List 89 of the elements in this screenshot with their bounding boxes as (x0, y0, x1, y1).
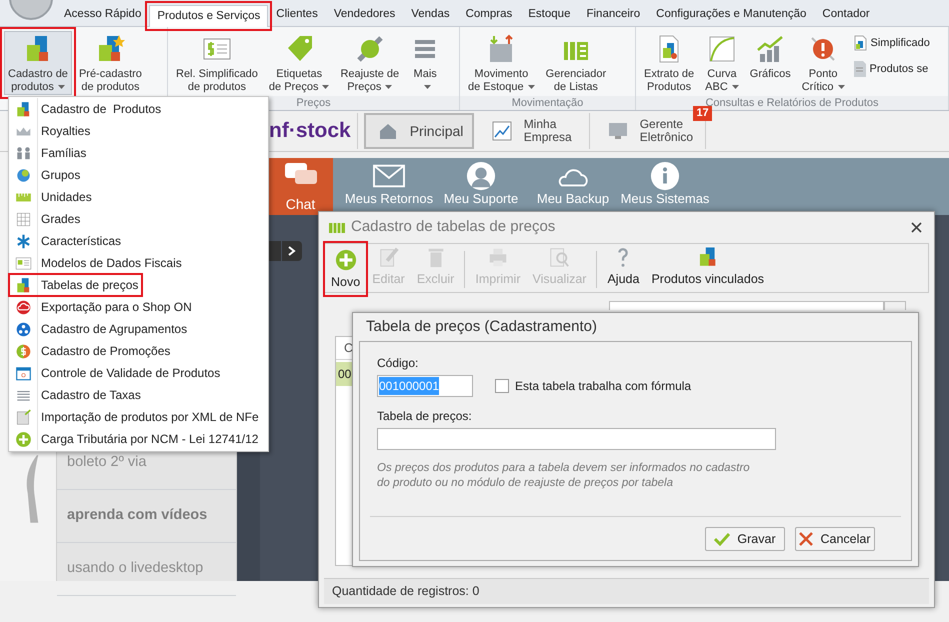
carousel-next-button[interactable] (282, 241, 302, 261)
plus-circle-icon (334, 249, 357, 272)
card-icon (14, 254, 32, 272)
group-label: Movimentação (460, 96, 635, 110)
close-icon (910, 222, 922, 233)
ribbon-button[interactable]: Rel. Simplificado de produtos (172, 31, 262, 95)
ribbon-small-button[interactable]: Produtos se (854, 60, 930, 77)
ribbon-tab[interactable]: Estoque (520, 4, 578, 26)
ribbon-button[interactable]: Mais (406, 31, 444, 95)
ribbon-button[interactable]: Gerenciador de Listas (542, 31, 610, 95)
menu-item[interactable]: Cadastro de Promoções (9, 340, 268, 362)
home-tab[interactable]: Minha Empresa (480, 113, 590, 149)
person-icon (464, 161, 498, 191)
menu-item[interactable]: Unidades (9, 186, 268, 208)
dialog-button[interactable]: Cancelar (795, 527, 875, 551)
ribbon-tab[interactable]: Acesso Rápido (56, 4, 150, 26)
asterisk-icon (14, 232, 32, 250)
plus-circle-icon (14, 430, 32, 448)
column-header[interactable]: C (344, 338, 354, 358)
ribbon-small-button[interactable]: Simplificado (854, 35, 930, 52)
ribbon-tab[interactable]: Compras (458, 4, 520, 26)
ribbon-button[interactable]: Reajuste de Preços (336, 31, 404, 95)
menu-item[interactable]: Características (9, 230, 268, 252)
people-icon (14, 144, 32, 162)
field-label: Tabela de preços: (377, 409, 473, 424)
note-text: Os preços dos produtos para a tabela devem ser informados no cadastro do produto ou no módulo de reajuste de preços por tabela (377, 461, 751, 491)
cloud-icon (14, 298, 32, 316)
menu-item[interactable]: Exportação para o Shop ON (9, 296, 268, 318)
price-table-field[interactable] (377, 428, 776, 450)
menu-item[interactable]: Famílias (9, 142, 268, 164)
toolbar-button[interactable]: Novo (325, 243, 366, 295)
bar-chart-icon (755, 34, 786, 64)
ribbon-button[interactable]: Etiquetas de Preços (264, 31, 334, 95)
curve-chart-icon (706, 34, 737, 64)
monitor-icon (608, 121, 628, 141)
menu-item[interactable]: Carga Tributária por NCM - Lei 12741/12 (9, 428, 268, 450)
search-button[interactable] (884, 301, 906, 310)
ribbon-button[interactable]: Curva ABC (701, 31, 743, 95)
pencil-document-icon (378, 246, 400, 268)
checkbox-label: Esta tabela trabalha com fórmula (515, 378, 692, 395)
checkbox[interactable] (495, 379, 509, 393)
notification-badge: 17 (693, 106, 712, 121)
menu-item[interactable]: Royalties (9, 120, 268, 142)
menu-item[interactable]: Tabelas de preços (9, 274, 142, 296)
ribbon-button[interactable]: Extrato de Produtos (640, 31, 698, 95)
grid-icon (14, 210, 32, 228)
info-icon (648, 161, 682, 191)
home-icon (378, 121, 398, 141)
menu-item[interactable]: Grades (9, 208, 268, 230)
toolbar-button[interactable]: Ajuda (601, 247, 646, 292)
ribbon-button[interactable]: Movimento de Estoque (464, 31, 539, 95)
chevron-right-icon (288, 246, 296, 256)
ribbon-button[interactable]: Ponto Crítico (798, 31, 849, 95)
menu-item[interactable]: Modelos de Dados Fiscais (9, 252, 268, 274)
ribbon-tab[interactable]: Contador (814, 4, 878, 26)
document-list-icon (854, 60, 866, 77)
search-field[interactable] (609, 301, 884, 310)
ribbon-tab[interactable]: Clientes (268, 4, 326, 26)
ribbon-tab[interactable]: Vendas (403, 4, 458, 26)
toolbar-button[interactable]: Produtos vinculados (645, 247, 770, 292)
menu-item[interactable]: Cadastro de Taxas (9, 384, 268, 406)
menu-item[interactable]: Importação de produtos por XML de NFe (9, 406, 268, 428)
close-icon (799, 532, 814, 546)
dialog-title: Cadastro de tabelas de preços (351, 217, 556, 238)
globe-icon (14, 166, 32, 184)
ribbon-tab[interactable]: Configurações e Manutenção (648, 4, 814, 26)
magnifier-document-icon (548, 246, 570, 268)
field-label: Código: (377, 356, 420, 371)
home-tab[interactable]: Principal (364, 113, 474, 149)
chat-tile[interactable]: Chat (268, 158, 333, 215)
ribbon-tab[interactable]: Financeiro (578, 4, 648, 26)
boxes-icon (14, 276, 32, 294)
document-boxes-icon (854, 35, 867, 52)
table-icon (329, 222, 345, 234)
check-icon (714, 532, 730, 546)
dots-circle-icon (14, 320, 32, 338)
ribbon-button[interactable]: Gráficos (746, 31, 795, 95)
menu-item[interactable]: Controle de Validade de Produtos (9, 362, 268, 384)
dollar-circle-icon (14, 342, 32, 360)
boxes-icon (14, 100, 32, 118)
chart-icon (492, 121, 512, 141)
calendar-icon (14, 364, 32, 382)
form-title: Tabela de preços (Cadastramento) (365, 316, 598, 337)
dialog-button[interactable]: Gravar (705, 527, 785, 551)
menu-item[interactable]: Cadastro de Agrupamentos (9, 318, 268, 340)
status-bar: Quantidade de registros: 0 (324, 578, 929, 604)
ribbon-button[interactable]: Pré-cadastro de produtos (74, 31, 146, 95)
ribbon-tab[interactable]: Vendedores (326, 4, 404, 26)
menu-item[interactable]: Grupos (9, 164, 268, 186)
